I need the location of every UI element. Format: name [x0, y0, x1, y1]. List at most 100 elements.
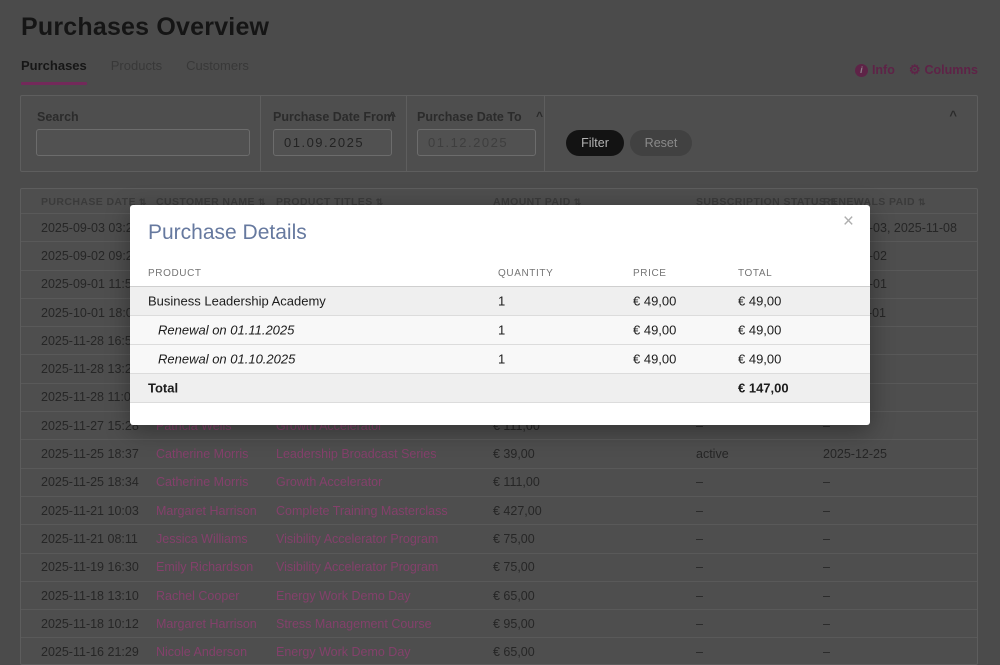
customer-link[interactable]: Emily Richardson — [156, 560, 253, 574]
cell-amount-paid: € 75,00 — [493, 532, 535, 546]
columns-button[interactable]: ⚙ Columns — [909, 62, 978, 78]
table-row[interactable]: 2025-11-18 10:12 Margaret Harrison Stress … — [21, 609, 977, 637]
cell-subscription-status: – — [696, 504, 703, 518]
cell-renewals: – — [823, 504, 830, 518]
cell-amount-paid: € 65,00 — [493, 645, 535, 659]
cell-subscription-status: – — [696, 532, 703, 546]
purchase-details-modal: Purchase Details × PRODUCTQUANTITYPRICET… — [130, 205, 870, 425]
line-item-price: € 49,00 — [633, 323, 676, 338]
line-item-product: Renewal on 01.11.2025 — [148, 323, 294, 338]
cell-renewals: – — [823, 532, 830, 546]
modal-table-header: PRODUCTQUANTITYPRICETOTAL — [130, 263, 870, 287]
total-value: € 147,00 — [738, 381, 789, 396]
filter-panel: Search Purchase Date From ^ Purchase Dat… — [20, 95, 978, 172]
chevron-up-icon[interactable]: ^ — [536, 109, 543, 123]
cell-purchase-date: 2025-11-16 21:29 — [41, 645, 139, 659]
product-link[interactable]: Energy Work Demo Day — [276, 645, 411, 659]
divider — [544, 96, 545, 171]
cell-amount-paid: € 65,00 — [493, 589, 535, 603]
cell-subscription-status: – — [696, 589, 703, 603]
search-input[interactable] — [36, 129, 250, 156]
line-item-price: € 49,00 — [633, 352, 676, 367]
reset-button[interactable]: Reset — [630, 130, 692, 156]
table-row[interactable]: 2025-11-21 08:11Jessica WilliamsVisibili… — [21, 524, 977, 552]
search-label: Search — [37, 110, 79, 124]
cell-renewals: – — [823, 617, 830, 631]
table-row[interactable]: 2025-11-19 16:30 Emily Richardson Visibili… — [21, 553, 977, 581]
cell-amount-paid: € 111,00 — [493, 475, 540, 489]
table-row[interactable]: 2025-11-16 21:29 Nicole Anderson Energy Wo… — [21, 637, 977, 665]
date-from-label: Purchase Date From — [273, 110, 395, 124]
table-row[interactable]: 2025-11-21 10:03 Margaret Harrison Complet… — [21, 496, 977, 524]
info-icon: i — [855, 64, 868, 77]
cell-purchase-date: 2025-09-01 11:56 — [41, 277, 139, 291]
cell-purchase-date: 2025-11-27 15:28 — [41, 419, 139, 433]
customer-link[interactable]: Jessica Williams — [156, 532, 248, 546]
customer-link[interactable]: Margaret Harrison — [156, 504, 257, 518]
tab-customers[interactable]: Customers — [186, 58, 249, 85]
line-item-product: Renewal on 01.10.2025 — [148, 352, 295, 367]
line-item-price: € 49,00 — [633, 294, 676, 309]
cell-purchase-date: 2025-11-28 16:52 — [41, 334, 139, 348]
cell-subscription-status: – — [696, 560, 703, 574]
column-header-label: PURCHASE DATE — [41, 196, 136, 208]
product-link[interactable]: Energy Work Demo Day — [276, 589, 411, 603]
cell-purchase-date: 2025-10-01 18:06 — [41, 306, 140, 320]
table-row[interactable]: 2025-11-25 18:37Catherine MorrisLeadersh… — [21, 439, 977, 467]
cell-amount-paid: € 39,00 — [493, 447, 535, 461]
line-item-quantity: 1 — [498, 323, 505, 338]
modal-line-item: Renewal on 01.10.2025 1 € 49,00 € 49,00 — [130, 345, 870, 374]
cell-renewals: – — [823, 589, 830, 603]
date-from-input[interactable] — [273, 129, 392, 156]
line-item-total: € 49,00 — [738, 352, 781, 367]
cell-subscription-status: – — [696, 645, 703, 659]
tab-products[interactable]: Products — [111, 58, 162, 85]
line-item-quantity: 1 — [498, 294, 505, 309]
date-to-input[interactable] — [417, 129, 536, 156]
product-link[interactable]: Leadership Broadcast Series — [276, 447, 437, 461]
cell-amount-paid: € 95,00 — [493, 617, 535, 631]
gear-icon: ⚙ — [909, 62, 921, 78]
modal-column-header: PRICE — [633, 268, 667, 279]
cell-purchase-date: 2025-11-28 13:21 — [41, 362, 139, 376]
customer-link[interactable]: Catherine Morris — [156, 475, 248, 489]
line-item-quantity: 1 — [498, 352, 505, 367]
filter-button[interactable]: Filter — [566, 130, 624, 156]
columns-label: Columns — [925, 63, 978, 77]
table-row[interactable]: 2025-11-18 13:10Rachel CooperEnergy Work… — [21, 581, 977, 609]
product-link[interactable]: Stress Management Course — [276, 617, 432, 631]
cell-renewals: 2025-12-25 — [823, 447, 887, 461]
modal-column-header: PRODUCT — [148, 268, 202, 279]
cell-purchase-date: 2025-11-18 10:12 — [41, 617, 139, 631]
cell-purchase-date: 2025-11-19 16:30 — [41, 560, 139, 574]
cell-renewals: – — [823, 475, 830, 489]
tab-purchases[interactable]: Purchases — [21, 58, 87, 85]
customer-link[interactable]: Catherine Morris — [156, 447, 248, 461]
info-button[interactable]: i Info — [855, 63, 895, 77]
product-link[interactable]: Complete Training Masterclass — [276, 504, 448, 518]
divider — [260, 96, 261, 171]
cell-amount-paid: € 75,00 — [493, 560, 535, 574]
customer-link[interactable]: Rachel Cooper — [156, 589, 239, 603]
modal-total-row: Total€ 147,00 — [130, 374, 870, 403]
cell-renewals: – — [823, 560, 830, 574]
cell-purchase-date: 2025-09-03 03:20 — [41, 221, 140, 235]
cell-subscription-status: active — [696, 447, 729, 461]
cell-purchase-date: 2025-11-21 10:03 — [41, 504, 139, 518]
product-link[interactable]: Visibility Accelerator Program — [276, 560, 438, 574]
modal-line-item: Business Leadership Academy1€ 49,00€ 49,… — [130, 287, 870, 316]
top-actions: i Info ⚙ Columns — [855, 62, 978, 78]
product-link[interactable]: Growth Accelerator — [276, 475, 382, 489]
product-link[interactable]: Visibility Accelerator Program — [276, 532, 438, 546]
cell-renewals: – — [823, 645, 830, 659]
panel-collapse-icon[interactable]: ^ — [949, 108, 957, 123]
modal-table: PRODUCTQUANTITYPRICETOTAL Business Leade… — [130, 263, 870, 403]
divider — [406, 96, 407, 171]
modal-column-header: QUANTITY — [498, 268, 553, 279]
customer-link[interactable]: Margaret Harrison — [156, 617, 257, 631]
chevron-up-icon[interactable]: ^ — [389, 109, 396, 123]
table-row[interactable]: 2025-11-25 18:34Catherine MorrisGrowth A… — [21, 468, 977, 496]
customer-link[interactable]: Nicole Anderson — [156, 645, 247, 659]
sort-icon[interactable]: ⇅ — [918, 197, 926, 207]
close-icon[interactable]: × — [837, 209, 860, 235]
